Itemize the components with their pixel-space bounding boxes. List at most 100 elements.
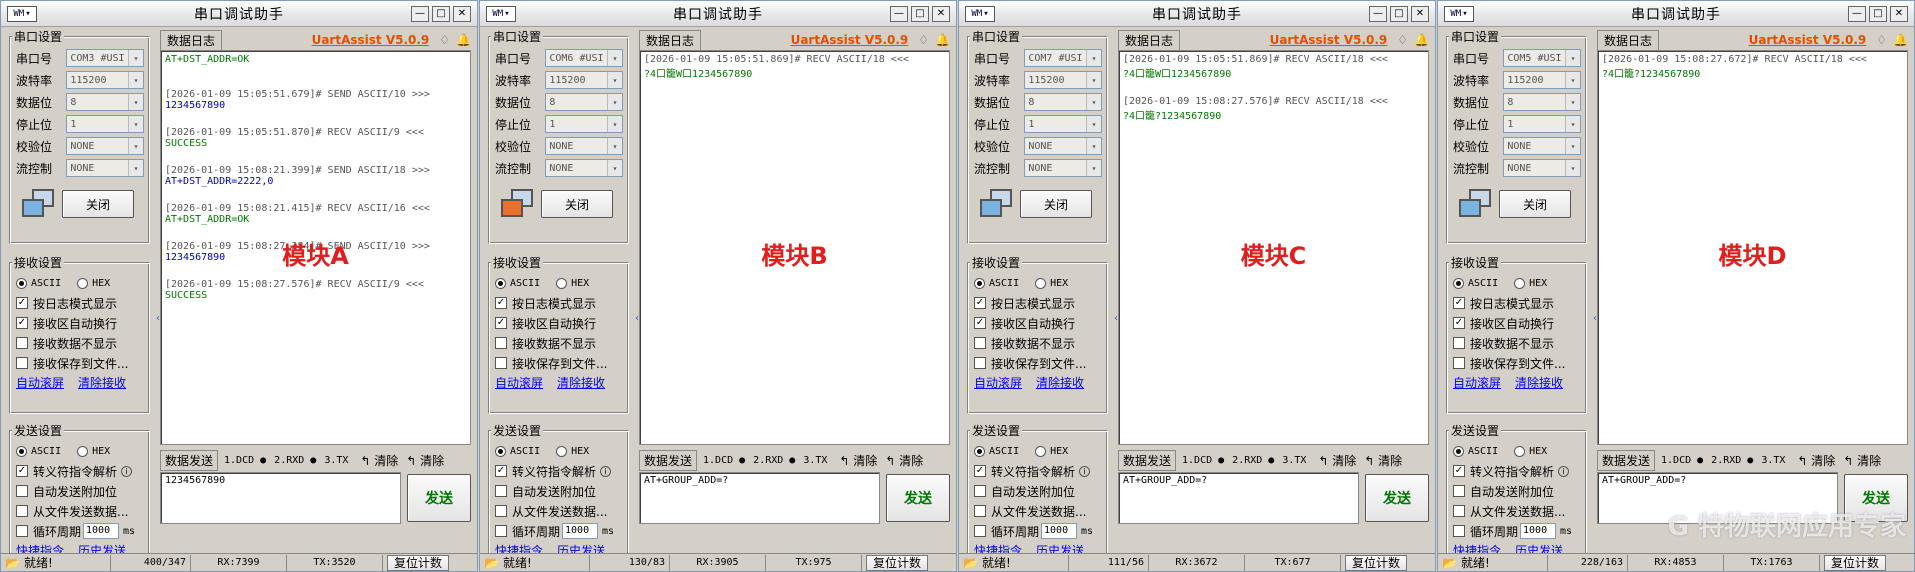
send-file-checkbox[interactable] [495, 505, 507, 517]
bell-icon[interactable]: 🔔 [1414, 33, 1429, 47]
cycle-period-input[interactable]: 1000 [1520, 523, 1557, 539]
recv-save-checkbox[interactable] [1453, 357, 1465, 369]
auto-scroll-link[interactable]: 自动滚屏 [974, 374, 1022, 391]
recv-hide-checkbox[interactable] [1453, 337, 1465, 349]
send-append-checkbox[interactable] [16, 485, 28, 497]
clear-send-button[interactable]: ↰ 清除 [360, 452, 398, 469]
maximize-icon[interactable]: □ [1869, 5, 1887, 22]
recv-log-mode-checkbox[interactable]: ✓ [974, 297, 986, 309]
flow-select[interactable]: NONE ▾ [1503, 159, 1581, 177]
clear-all-button[interactable]: ↰ 清除 [1843, 452, 1881, 469]
flow-select[interactable]: NONE ▾ [1024, 159, 1102, 177]
recv-ascii-radio[interactable] [1453, 277, 1464, 289]
flow-select[interactable]: NONE ▾ [66, 159, 144, 177]
send-escape-checkbox[interactable]: ✓ [495, 465, 507, 477]
info-icon[interactable]: i [1558, 465, 1570, 477]
close-icon[interactable]: ✕ [1411, 5, 1429, 22]
send-input[interactable]: 1234567890 [160, 472, 401, 524]
reset-count-button[interactable]: 复位计数 [387, 554, 450, 571]
recv-wrap-checkbox[interactable]: ✓ [16, 317, 28, 329]
send-append-checkbox[interactable] [495, 485, 507, 497]
receive-log[interactable]: [2026-01-09 15:05:51.869]# RECV ASCII/18… [639, 50, 950, 445]
send-cycle-checkbox[interactable] [1453, 525, 1465, 537]
tab-data-log[interactable]: 数据日志 [639, 30, 702, 50]
reset-count-button[interactable]: 复位计数 [1824, 554, 1887, 571]
cycle-period-input[interactable]: 1000 [83, 523, 120, 539]
receive-log[interactable]: AT+DST_ADDR=OK [2026-01-09 15:05:51.679]#… [160, 50, 471, 445]
maximize-icon[interactable]: □ [911, 5, 929, 22]
brand-link[interactable]: UartAssist V5.0.9 [1749, 33, 1867, 47]
maximize-icon[interactable]: □ [432, 5, 450, 22]
send-file-checkbox[interactable] [1453, 505, 1465, 517]
send-input[interactable]: AT+GROUP_ADD=? [1597, 472, 1838, 524]
reset-count-button[interactable]: 复位计数 [1345, 554, 1408, 571]
auto-scroll-link[interactable]: 自动滚屏 [1453, 374, 1501, 391]
send-file-checkbox[interactable] [974, 505, 986, 517]
baud-select[interactable]: 115200 ▾ [66, 71, 144, 89]
recv-hex-radio[interactable] [77, 277, 89, 289]
clear-send-button[interactable]: ↰ 清除 [1318, 452, 1356, 469]
clear-all-button[interactable]: ↰ 清除 [406, 452, 444, 469]
send-input[interactable]: AT+GROUP_ADD=? [1118, 472, 1359, 524]
flow-select[interactable]: NONE ▾ [545, 159, 623, 177]
brand-link[interactable]: UartAssist V5.0.9 [1270, 33, 1388, 47]
minimize-icon[interactable]: — [890, 5, 908, 22]
send-button[interactable]: 发送 [1365, 474, 1429, 522]
clear-recv-link[interactable]: 清除接收 [1036, 374, 1084, 391]
minimize-icon[interactable]: — [1369, 5, 1387, 22]
send-ascii-radio[interactable] [974, 445, 985, 457]
info-icon[interactable]: i [121, 465, 133, 477]
brand-link[interactable]: UartAssist V5.0.9 [312, 33, 430, 47]
send-append-checkbox[interactable] [974, 485, 986, 497]
send-hex-radio[interactable] [556, 445, 568, 457]
send-ascii-radio[interactable] [16, 445, 27, 457]
parity-select[interactable]: NONE ▾ [1024, 137, 1102, 155]
clear-all-button[interactable]: ↰ 清除 [1364, 452, 1402, 469]
port-select[interactable]: COM7 #USI ▾ [1024, 49, 1102, 67]
send-input[interactable]: AT+GROUP_ADD=? [639, 472, 880, 524]
info-icon[interactable]: i [1079, 465, 1091, 477]
app-menu-icon[interactable]: WM [486, 5, 516, 22]
title-bar[interactable]: WM 串口调试助手 — □ ✕ [1438, 1, 1914, 27]
stopbits-select[interactable]: 1 ▾ [545, 115, 623, 133]
stopbits-select[interactable]: 1 ▾ [1024, 115, 1102, 133]
close-port-button[interactable]: 关闭 [541, 190, 613, 218]
stopbits-select[interactable]: 1 ▾ [1503, 115, 1581, 133]
close-port-button[interactable]: 关闭 [1020, 190, 1092, 218]
recv-wrap-checkbox[interactable]: ✓ [495, 317, 507, 329]
clear-recv-link[interactable]: 清除接收 [78, 374, 126, 391]
close-port-button[interactable]: 关闭 [1499, 190, 1571, 218]
clear-send-button[interactable]: ↰ 清除 [1797, 452, 1835, 469]
tab-data-send[interactable]: 数据发送 [1597, 449, 1656, 471]
info-icon[interactable]: i [600, 465, 612, 477]
send-cycle-checkbox[interactable] [16, 525, 28, 537]
brand-link[interactable]: UartAssist V5.0.9 [791, 33, 909, 47]
bell-icon[interactable]: 🔔 [1893, 33, 1908, 47]
send-escape-checkbox[interactable]: ✓ [974, 465, 986, 477]
recv-log-mode-checkbox[interactable]: ✓ [495, 297, 507, 309]
clear-recv-link[interactable]: 清除接收 [557, 374, 605, 391]
send-hex-radio[interactable] [77, 445, 89, 457]
port-select[interactable]: COM5 #USI ▾ [1503, 49, 1581, 67]
recv-hide-checkbox[interactable] [16, 337, 28, 349]
auto-scroll-link[interactable]: 自动滚屏 [495, 374, 543, 391]
app-menu-icon[interactable]: WM [1444, 5, 1474, 22]
databits-select[interactable]: 8 ▾ [545, 93, 623, 111]
cycle-period-input[interactable]: 1000 [1041, 523, 1078, 539]
title-bar[interactable]: WM 串口调试助手 — □ ✕ [1, 1, 477, 27]
databits-select[interactable]: 8 ▾ [1024, 93, 1102, 111]
databits-select[interactable]: 8 ▾ [1503, 93, 1581, 111]
title-bar[interactable]: WM 串口调试助手 — □ ✕ [480, 1, 956, 27]
close-port-button[interactable]: 关闭 [62, 190, 134, 218]
baud-select[interactable]: 115200 ▾ [1024, 71, 1102, 89]
maximize-icon[interactable]: □ [1390, 5, 1408, 22]
clear-recv-link[interactable]: 清除接收 [1515, 374, 1563, 391]
close-icon[interactable]: ✕ [932, 5, 950, 22]
minimize-icon[interactable]: — [1848, 5, 1866, 22]
recv-save-checkbox[interactable] [16, 357, 28, 369]
baud-select[interactable]: 115200 ▾ [545, 71, 623, 89]
send-hex-radio[interactable] [1035, 445, 1047, 457]
port-select[interactable]: COM3 #USI ▾ [66, 49, 144, 67]
send-button[interactable]: 发送 [407, 474, 471, 522]
recv-ascii-radio[interactable] [16, 277, 27, 289]
